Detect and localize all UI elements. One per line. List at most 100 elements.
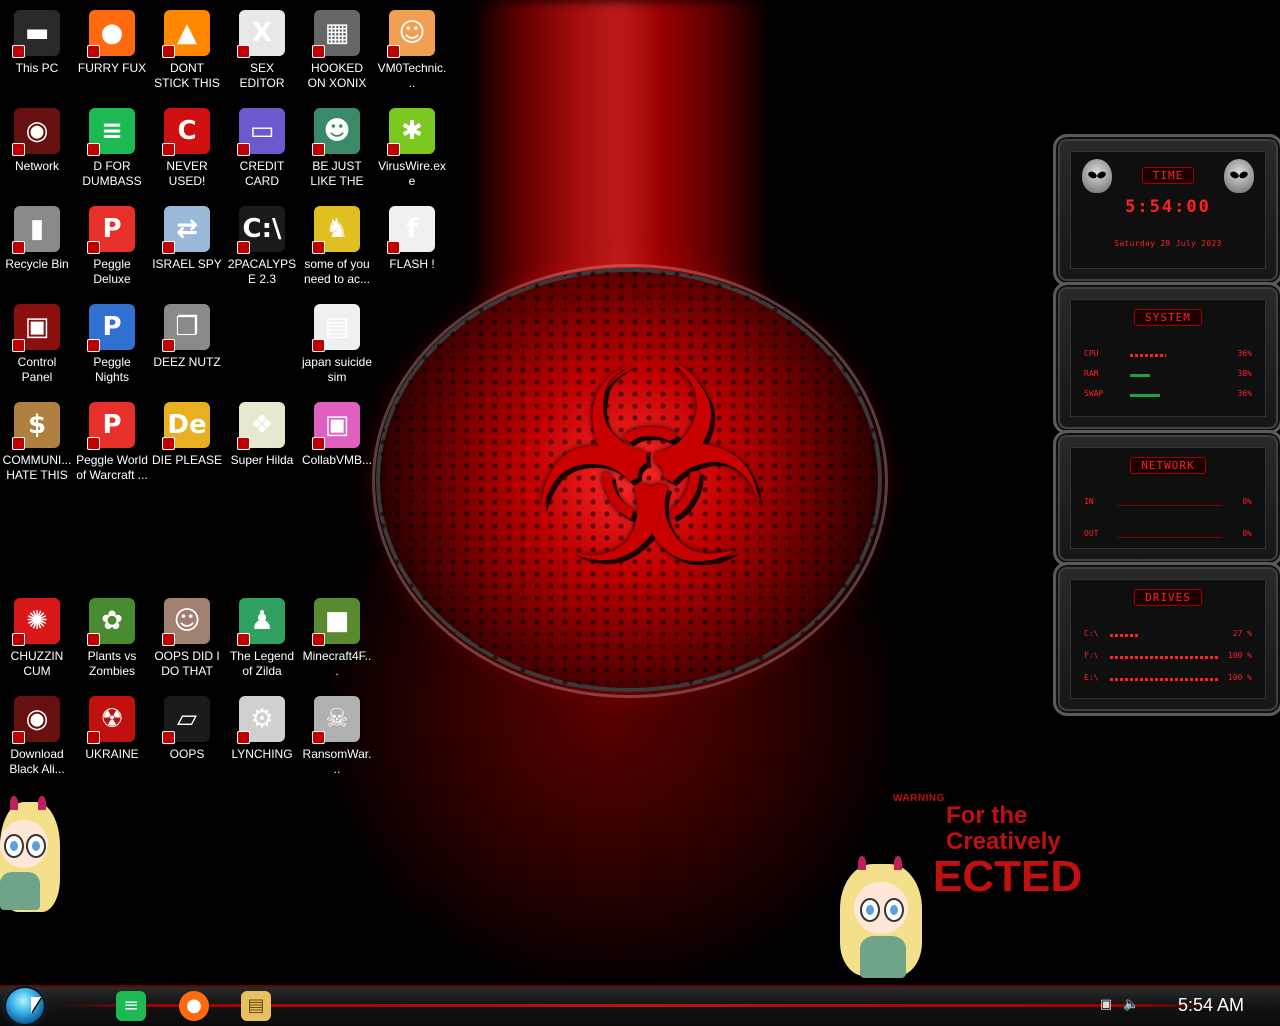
shortcut-arrow-icon xyxy=(162,45,175,58)
recycle-bin-icon: ▮ xyxy=(12,206,60,254)
drive-c-label: C:\ xyxy=(1084,629,1099,638)
desktop-icon[interactable]: ▣ CollabVMB... xyxy=(300,396,374,488)
shortcut-arrow-icon xyxy=(312,241,325,254)
desktop-icon[interactable]: De DIE PLEASE xyxy=(150,396,224,488)
system-gadget[interactable]: SYSTEM CPU 36% RAM 38% SWAP 36% xyxy=(1053,282,1280,434)
network-in-value: 0% xyxy=(1242,497,1252,506)
drive-f-row: F:\ 100 % xyxy=(1084,651,1252,663)
desktop-icon[interactable]: ♟ The Legend of Zilda xyxy=(225,592,299,684)
shortcut-arrow-icon xyxy=(312,731,325,744)
swap-row: SWAP 36% xyxy=(1084,389,1252,401)
desktop-icon[interactable]: ❖ Super Hilda xyxy=(225,396,299,488)
desktop-icon[interactable]: P Peggle World of Warcraft ... xyxy=(75,396,149,488)
shortcut-arrow-icon xyxy=(162,143,175,156)
taskbar-clock[interactable]: 5:54 AM xyxy=(1178,995,1244,1016)
desktop-icon[interactable]: ▣ Control Panel xyxy=(0,298,74,390)
shortcut-arrow-icon xyxy=(12,731,25,744)
alien-download-icon: ◉ xyxy=(12,696,60,744)
desktop-icon[interactable]: ♞ some of you need to ac... xyxy=(300,200,374,292)
money-bag-icon: $ xyxy=(12,402,60,450)
control-panel-icon: ▣ xyxy=(12,304,60,352)
desktop-icon[interactable]: P Peggle Nights Deluxe xyxy=(75,298,149,390)
shortcut-arrow-icon xyxy=(12,143,25,156)
desktop-icon-label: CHUZZIN CUM xyxy=(10,649,64,678)
cpu-meter xyxy=(1130,354,1166,357)
shortcut-arrow-icon xyxy=(87,731,100,744)
desktop-icon-label: some of you need to ac... xyxy=(303,257,371,286)
desktop-icon[interactable]: ☻ BE JUST LIKE THE DUDE! xyxy=(300,102,374,194)
desktop-icon-label: This PC xyxy=(15,61,59,75)
desktop-icon[interactable]: ☺ VM0Technic... xyxy=(375,4,449,96)
desktop-icon[interactable]: ⇄ ISRAEL SPY xyxy=(150,200,224,292)
desktop-icon[interactable]: ⚙ LYNCHING xyxy=(225,690,299,782)
desktop-icon-label: BE JUST LIKE THE DUDE! xyxy=(310,159,364,188)
desktop-icon[interactable]: ☢ UKRAINE xyxy=(75,690,149,782)
drive-c-value: 27 % xyxy=(1232,629,1252,638)
desktop-icon[interactable]: ✺ CHUZZIN CUM xyxy=(0,592,74,684)
drive-c-meter xyxy=(1110,634,1140,637)
volume-icon[interactable]: 🔈 xyxy=(1123,997,1139,1013)
desktop-icon-label: 2PACALYPSE 2.3 xyxy=(227,257,297,286)
desktop-icon[interactable]: ▱ OOPS xyxy=(150,690,224,782)
desktop-icon[interactable]: ✿ Plants vs Zombies xyxy=(75,592,149,684)
desktop-icon[interactable]: C:\ 2PACALYPSE 2.3 xyxy=(225,200,299,292)
peggle-icon: P xyxy=(87,206,135,254)
drives-gadget[interactable]: DRIVES C:\ 27 % F:\ 100 % E:\ 100 % xyxy=(1053,562,1280,716)
desktop-icon[interactable]: ◉ Network xyxy=(0,102,74,194)
shortcut-arrow-icon xyxy=(87,143,100,156)
desktop-icon[interactable]: ■ Minecraft4F... xyxy=(300,592,374,684)
desktop-icon[interactable]: ▲ DONT STICK THIS IN YO... xyxy=(150,4,224,96)
desktop-icon[interactable]: ≡ D FOR DUMBASS xyxy=(75,102,149,194)
shortcut-arrow-icon xyxy=(387,143,400,156)
taskbar-explorer-button[interactable]: ▤ xyxy=(236,989,276,1023)
pixel-cat-icon: ❖ xyxy=(237,402,285,450)
desktop-icon[interactable]: C NEVER USED! xyxy=(150,102,224,194)
desktop-icon[interactable]: ▬ This PC xyxy=(0,4,74,96)
drive-e-label: E:\ xyxy=(1084,673,1099,682)
shortcut-arrow-icon xyxy=(162,437,175,450)
shortcut-arrow-icon xyxy=(162,241,175,254)
drive-e-value: 100 % xyxy=(1227,673,1252,682)
desktop-icon[interactable]: ▭ CREDIT CARD CHECKER xyxy=(225,102,299,194)
desktop-icon-label: Super Hilda xyxy=(230,453,294,467)
firefox-icon: ● xyxy=(179,991,209,1021)
ram-value: 38% xyxy=(1237,369,1252,378)
hxd-icon: X xyxy=(237,10,285,58)
network-out-graph xyxy=(1118,521,1222,538)
desktop-icon[interactable]: ▦ HOOKED ON XONIX xyxy=(300,4,374,96)
shortcut-arrow-icon xyxy=(312,437,325,450)
taskbar-chat-app-button[interactable]: ≡ xyxy=(111,989,151,1023)
desktop-icon[interactable]: ▤ japan suicide sim xyxy=(300,298,374,390)
wallpaper-warning-text: WARNING For the Creatively ECTED xyxy=(893,788,1082,901)
desktop-icon[interactable]: ☺ OOPS DID I DO THAT xyxy=(150,592,224,684)
ram-row: RAM 38% xyxy=(1084,369,1252,381)
drive-e-row: E:\ 100 % xyxy=(1084,673,1252,685)
taskbar-firefox-button[interactable]: ● xyxy=(174,989,214,1023)
desktop-icon[interactable]: ◉ Download Black Ali... xyxy=(0,690,74,782)
dog-icon: ♞ xyxy=(312,206,360,254)
cpu-label: CPU xyxy=(1084,349,1099,358)
network-gadget[interactable]: NETWORK IN 0% OUT 0% xyxy=(1053,430,1280,566)
desktop-icon[interactable]: ❐ DEEZ NUTZ xyxy=(150,298,224,390)
desktop-icon[interactable]: ● FURRY FUX xyxy=(75,4,149,96)
file-icon: ▤ xyxy=(312,304,360,352)
skull-icon: ☠ xyxy=(312,696,360,744)
time-gadget[interactable]: TIME 5:54:00 Saturday 29 July 2023 xyxy=(1053,134,1280,286)
desktop-icon[interactable]: ☠ RansomWar... xyxy=(300,690,374,782)
network-tray-icon[interactable]: ▣ xyxy=(1098,997,1114,1013)
time-title: TIME xyxy=(1141,167,1195,184)
desktop-icon[interactable]: f FLASH ! xyxy=(375,200,449,292)
desktop-icon[interactable]: $ COMMUNI... HATE THIS ... xyxy=(0,396,74,488)
desktop-icon[interactable]: X SEX EDITOR xyxy=(225,4,299,96)
desktop-icon[interactable]: P Peggle Deluxe xyxy=(75,200,149,292)
mouse-cursor-icon xyxy=(31,997,41,1013)
doctor-icon: ☺ xyxy=(387,10,435,58)
collabvm-icon: ▣ xyxy=(312,402,360,450)
desktop-icon-label: FLASH ! xyxy=(389,257,435,271)
desktop-icon-label: FURRY FUX xyxy=(77,61,147,75)
desktop-icon-label: LYNCHING xyxy=(231,747,293,761)
network-out-value: 0% xyxy=(1242,529,1252,538)
desktop-icon[interactable]: ▮ Recycle Bin xyxy=(0,200,74,292)
drive-f-meter xyxy=(1110,656,1218,659)
desktop-icon[interactable]: ✱ VirusWire.exe xyxy=(375,102,449,194)
